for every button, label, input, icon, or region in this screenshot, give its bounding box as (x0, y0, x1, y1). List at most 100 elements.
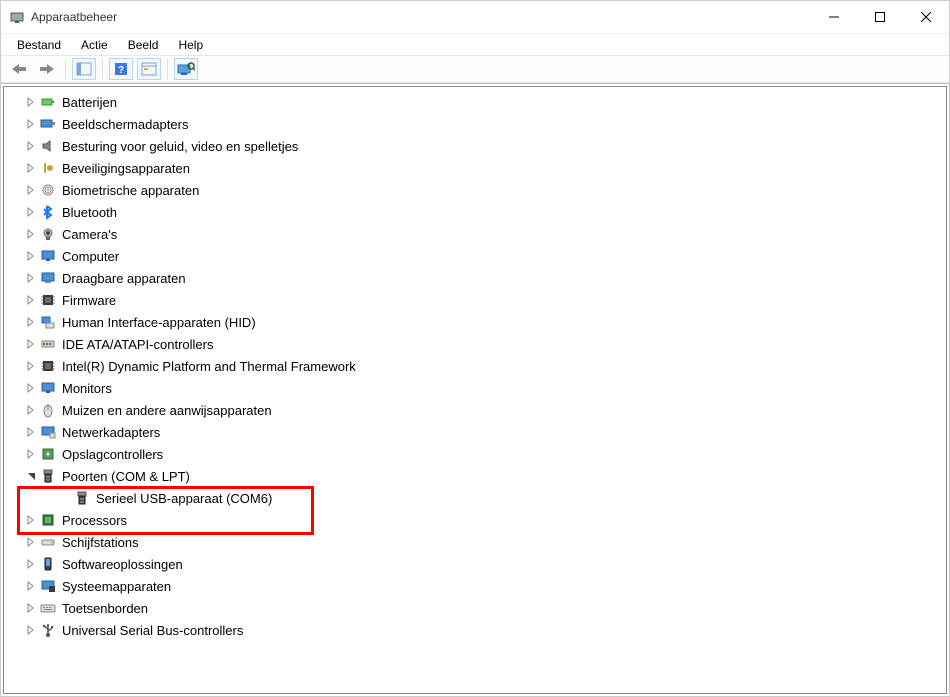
titlebar: Apparaatbeheer (1, 1, 949, 33)
show-hide-tree-button[interactable] (72, 58, 96, 80)
separator (65, 59, 66, 79)
tree-item-software[interactable]: Softwareoplossingen (4, 553, 946, 575)
maximize-button[interactable] (857, 1, 903, 33)
separator (167, 59, 168, 79)
tree-item-bluetooth[interactable]: Bluetooth (4, 201, 946, 223)
chevron-right-icon[interactable] (24, 449, 38, 459)
tree-item-label: Schijfstations (60, 535, 139, 550)
tree-item-label: Biometrische apparaten (60, 183, 199, 198)
port-icon (40, 468, 56, 484)
chevron-right-icon[interactable] (24, 625, 38, 635)
cpu-icon (40, 512, 56, 528)
menu-action[interactable]: Actie (73, 36, 116, 54)
tree-item-hid[interactable]: Human Interface-apparaten (HID) (4, 311, 946, 333)
chevron-down-icon[interactable] (24, 472, 38, 481)
device-tree[interactable]: Batterijen Beeldschermadapters Besturing v… (3, 86, 947, 694)
forward-button[interactable] (35, 58, 59, 80)
minimize-button[interactable] (811, 1, 857, 33)
system-icon (40, 578, 56, 594)
window-title: Apparaatbeheer (31, 10, 811, 24)
tree-item-usb[interactable]: Universal Serial Bus-controllers (4, 619, 946, 641)
chevron-right-icon[interactable] (24, 229, 38, 239)
tree-item-biometrisch[interactable]: Biometrische apparaten (4, 179, 946, 201)
menu-help[interactable]: Help (170, 36, 211, 54)
tree-item-label: Poorten (COM & LPT) (60, 469, 190, 484)
tree-item-schijf[interactable]: Schijfstations (4, 531, 946, 553)
chevron-right-icon[interactable] (24, 515, 38, 525)
tree-item-toetsen[interactable]: Toetsenborden (4, 597, 946, 619)
window-controls (811, 1, 949, 33)
tree-item-label: Muizen en andere aanwijsapparaten (60, 403, 272, 418)
usb-icon (40, 622, 56, 638)
tree-item-label: Beeldschermadapters (60, 117, 188, 132)
tree-item-opslag[interactable]: Opslagcontrollers (4, 443, 946, 465)
menu-view[interactable]: Beeld (120, 36, 167, 54)
help-button[interactable]: ? (109, 58, 133, 80)
chevron-right-icon[interactable] (24, 339, 38, 349)
disk-icon (40, 534, 56, 550)
menu-file[interactable]: Bestand (9, 36, 69, 54)
tree-item-poorten[interactable]: Poorten (COM & LPT) (4, 465, 946, 487)
chevron-right-icon[interactable] (24, 361, 38, 371)
scan-hardware-button[interactable] (174, 58, 198, 80)
chevron-right-icon[interactable] (24, 295, 38, 305)
chevron-right-icon[interactable] (24, 273, 38, 283)
tree-container: Batterijen Beeldschermadapters Besturing v… (1, 83, 949, 696)
chevron-right-icon[interactable] (24, 537, 38, 547)
chevron-right-icon[interactable] (24, 427, 38, 437)
chevron-right-icon[interactable] (24, 119, 38, 129)
tree-item-processors[interactable]: Processors (4, 509, 946, 531)
chip-icon (40, 358, 56, 374)
tree-item-systeem[interactable]: Systeemapparaten (4, 575, 946, 597)
tree-item-draagbaar[interactable]: Draagbare apparaten (4, 267, 946, 289)
tree-item-batterijen[interactable]: Batterijen (4, 91, 946, 113)
tree-item-firmware[interactable]: Firmware (4, 289, 946, 311)
tree-item-besturing[interactable]: Besturing voor geluid, video en spelletj… (4, 135, 946, 157)
tree-item-label: Intel(R) Dynamic Platform and Thermal Fr… (60, 359, 356, 374)
separator (102, 59, 103, 79)
chevron-right-icon[interactable] (24, 207, 38, 217)
mouse-icon (40, 402, 56, 418)
chevron-right-icon[interactable] (24, 141, 38, 151)
chevron-right-icon[interactable] (24, 559, 38, 569)
device-manager-window: Apparaatbeheer Bestand Actie Beeld Help … (0, 0, 950, 697)
tree-item-label: Systeemapparaten (60, 579, 171, 594)
chevron-right-icon[interactable] (24, 383, 38, 393)
tree-item-beeldscherm[interactable]: Beeldschermadapters (4, 113, 946, 135)
tree-item-netwerk[interactable]: Netwerkadapters (4, 421, 946, 443)
monitor-icon (40, 380, 56, 396)
close-button[interactable] (903, 1, 949, 33)
display-adapter-icon (40, 116, 56, 132)
tree-item-intel[interactable]: Intel(R) Dynamic Platform and Thermal Fr… (4, 355, 946, 377)
tree-item-cameras[interactable]: Camera's (4, 223, 946, 245)
tree-item-label: Batterijen (60, 95, 117, 110)
chevron-right-icon[interactable] (24, 581, 38, 591)
app-icon (9, 9, 25, 25)
tree-item-com6[interactable]: Serieel USB-apparaat (COM6) (4, 487, 946, 509)
tree-item-monitors[interactable]: Monitors (4, 377, 946, 399)
tree-item-beveiliging[interactable]: Beveiligingsapparaten (4, 157, 946, 179)
chevron-right-icon[interactable] (24, 97, 38, 107)
software-icon (40, 556, 56, 572)
back-button[interactable] (7, 58, 31, 80)
properties-button[interactable] (137, 58, 161, 80)
tree-item-label: Opslagcontrollers (60, 447, 163, 462)
tree-item-ide[interactable]: IDE ATA/ATAPI-controllers (4, 333, 946, 355)
menubar: Bestand Actie Beeld Help (1, 33, 949, 55)
svg-text:?: ? (118, 65, 124, 76)
tree-item-label: Besturing voor geluid, video en spelletj… (60, 139, 298, 154)
tree-item-muizen[interactable]: Muizen en andere aanwijsapparaten (4, 399, 946, 421)
chevron-right-icon[interactable] (24, 185, 38, 195)
toolbar: ? (1, 55, 949, 83)
tree-item-computer[interactable]: Computer (4, 245, 946, 267)
chevron-right-icon[interactable] (24, 603, 38, 613)
chevron-right-icon[interactable] (24, 163, 38, 173)
chevron-right-icon[interactable] (24, 251, 38, 261)
battery-icon (40, 94, 56, 110)
chevron-right-icon[interactable] (24, 405, 38, 415)
chip-icon (40, 292, 56, 308)
chevron-right-icon[interactable] (24, 317, 38, 327)
tree-item-label: Camera's (60, 227, 117, 242)
tree-item-label: Computer (60, 249, 119, 264)
ide-icon (40, 336, 56, 352)
